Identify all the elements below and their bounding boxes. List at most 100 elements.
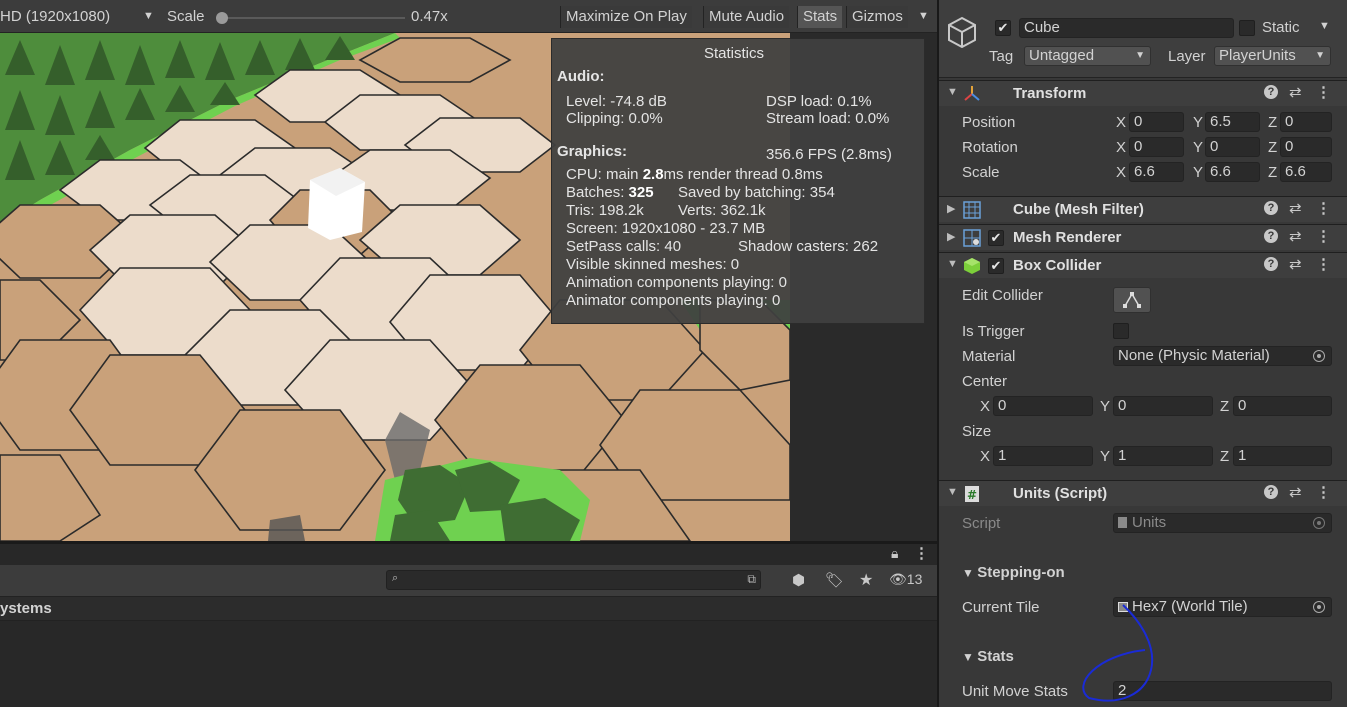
rotation-y-field[interactable]: 0 [1205,137,1260,157]
axis-x-label: X [980,398,991,415]
rotation-z-field[interactable]: 0 [1280,137,1332,157]
search-input[interactable]: ⌕ ⧉ [386,570,761,590]
tag-dropdown[interactable]: Untagged ▼ [1024,46,1151,66]
static-dropdown-icon[interactable]: ▼ [1319,20,1330,32]
filter-type-icon[interactable]: ⬢ [792,571,805,589]
mesh-renderer-enabled-checkbox[interactable]: ✔ [988,230,1004,246]
position-x-field[interactable]: 0 [1129,112,1184,132]
mesh-renderer-component-header[interactable]: ▶ ✔ Mesh Renderer ? ⇄ ⋮ [939,224,1347,250]
annotation-scribble [1082,604,1154,702]
help-icon[interactable]: ? [1264,229,1278,243]
object-name-field[interactable]: Cube [1019,18,1234,38]
center-x-field[interactable]: 0 [993,396,1093,416]
saved-by-batching: Saved by batching: 354 [678,184,835,201]
tris: Tris: 198.2k [566,202,644,219]
object-picker-icon[interactable] [1313,601,1325,613]
panel-menu-icon[interactable]: ⋮ [914,544,929,562]
axis-z-label: Z [1220,448,1230,465]
graphics-header: Graphics: [557,143,628,160]
units-script-title: Units (Script) [1013,485,1108,502]
scale-z-field[interactable]: 6.6 [1280,162,1332,182]
mesh-filter-component-header[interactable]: ▶ Cube (Mesh Filter) ? ⇄ ⋮ [939,196,1347,222]
scale-x-field[interactable]: 6.6 [1129,162,1184,182]
setpass-calls: SetPass calls: 40 [566,238,682,255]
axis-x-label: X [1116,114,1127,131]
component-menu-icon[interactable]: ⋮ [1316,483,1331,501]
component-menu-icon[interactable]: ⋮ [1316,227,1331,245]
size-x-field[interactable]: 1 [993,446,1093,466]
stats-header[interactable]: ▼ Stats [962,648,1014,665]
edit-collider-button[interactable] [1113,287,1151,313]
presets-icon[interactable]: ⇄ [1289,483,1302,501]
gizmos-button[interactable]: Gizmos [846,6,908,28]
transform-component-header[interactable]: ▼ Transform ? ⇄ ⋮ [939,80,1347,106]
scale-y-field[interactable]: 6.6 [1205,162,1260,182]
is-trigger-checkbox[interactable] [1113,323,1129,339]
units-script-component-header[interactable]: ▼ # Units (Script) ? ⇄ ⋮ [939,480,1347,506]
gizmos-dropdown-icon[interactable]: ▼ [918,0,929,33]
lock-icon[interactable]: 🔒︎ [891,545,898,562]
label-tag-icon[interactable]: 🏷︎ [825,571,844,589]
edit-collider-label: Edit Collider [962,287,1043,304]
rotation-x-field[interactable]: 0 [1129,137,1184,157]
material-label: Material [962,348,1016,365]
fps-readout: 356.6 FPS (2.8ms) [766,146,892,163]
object-picker-icon[interactable] [1313,350,1325,362]
size-y-field[interactable]: 1 [1113,446,1213,466]
hierarchy-row[interactable]: ystems [0,597,937,621]
material-field[interactable]: None (Physic Material) [1113,346,1332,366]
chevron-down-icon: ▼ [1135,50,1145,61]
size-label: Size [962,423,992,440]
position-z-field[interactable]: 0 [1280,112,1332,132]
center-y-field[interactable]: 0 [1113,396,1213,416]
layer-dropdown[interactable]: PlayerUnits ▼ [1214,46,1331,66]
svg-text:#: # [967,488,977,502]
box-collider-enabled-checkbox[interactable]: ✔ [988,258,1004,274]
component-menu-icon[interactable]: ⋮ [1316,83,1331,101]
help-icon[interactable]: ? [1264,485,1278,499]
resolution-dropdown[interactable]: HD (1920x1080) [0,0,110,33]
mute-audio-button[interactable]: Mute Audio [703,6,790,28]
edit-collider-icon [1123,292,1141,308]
help-icon[interactable]: ? [1264,257,1278,271]
axis-x-label: X [980,448,991,465]
center-z-field[interactable]: 0 [1233,396,1332,416]
presets-icon[interactable]: ⇄ [1289,83,1302,101]
stats-button[interactable]: Stats [797,6,843,28]
presets-icon[interactable]: ⇄ [1289,227,1302,245]
chevron-down-icon[interactable]: ▼ [143,0,154,33]
component-menu-icon[interactable]: ⋮ [1316,255,1331,273]
maximize-on-play-button[interactable]: Maximize On Play [560,6,692,28]
center-label: Center [962,373,1008,390]
static-checkbox[interactable] [1239,20,1255,36]
position-y-field[interactable]: 6.5 [1205,112,1260,132]
active-checkbox[interactable]: ✔ [995,20,1011,36]
unit-move-stats-label: Unit Move Stats [962,683,1068,700]
object-picker-icon [1313,517,1325,529]
hidden-count[interactable]: 👁︎13 [889,571,922,588]
foldout-triangle-icon: ▼ [962,566,978,580]
component-menu-icon[interactable]: ⋮ [1316,199,1331,217]
presets-icon[interactable]: ⇄ [1289,199,1302,217]
size-z-field[interactable]: 1 [1233,446,1332,466]
expand-triangle-icon[interactable]: ▼ [947,486,958,498]
expand-triangle-icon[interactable]: ▶ [947,202,955,215]
expand-triangle-icon[interactable]: ▶ [947,230,955,243]
presets-icon[interactable]: ⇄ [1289,255,1302,273]
scale-slider-track[interactable] [222,17,405,19]
box-collider-component-header[interactable]: ▼ ✔ Box Collider ? ⇄ ⋮ [939,252,1347,278]
current-tile-label: Current Tile [962,599,1040,616]
scale-slider-thumb[interactable] [216,12,228,24]
layer-label: Layer [1168,48,1206,65]
mesh-grid-icon [963,201,981,219]
help-icon[interactable]: ? [1264,201,1278,215]
position-label: Position [962,114,1016,131]
search-options-icon[interactable]: ⧉ [747,572,756,587]
stepping-on-header[interactable]: ▼ Stepping-on [962,564,1065,581]
expand-triangle-icon[interactable]: ▼ [947,258,958,270]
help-icon[interactable]: ? [1264,85,1278,99]
expand-triangle-icon[interactable]: ▼ [947,86,958,98]
favorite-star-icon[interactable]: ★ [859,570,873,590]
script-icon: # [965,486,979,502]
stats-title: Statistics [704,45,765,62]
